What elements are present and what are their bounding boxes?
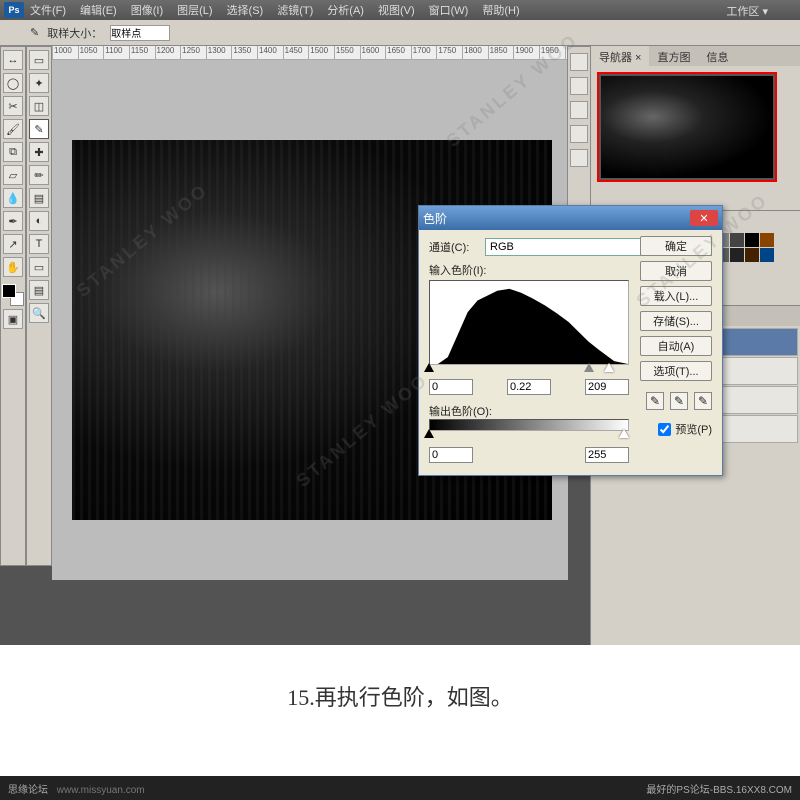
type-tool[interactable]: T — [29, 234, 49, 254]
gamma-handle[interactable] — [584, 363, 594, 372]
eraser-tool[interactable]: ▱ — [3, 165, 23, 185]
options-bar: ✎ 取样大小： — [0, 20, 800, 46]
slice-tool[interactable]: ◫ — [29, 96, 49, 116]
footer-left-url: www.missyuan.com — [57, 785, 145, 796]
strip-btn-2[interactable] — [570, 77, 588, 95]
out-white-handle[interactable] — [619, 429, 629, 438]
dialog-buttons: 确定 取消 载入(L)... 存储(S)... 自动(A) 选项(T)... ✎… — [640, 236, 712, 437]
preview-label: 预览(P) — [675, 421, 712, 437]
strip-btn-4[interactable] — [570, 125, 588, 143]
wand-tool[interactable]: ✦ — [29, 73, 49, 93]
footer-bar: 思缘论坛 www.missyuan.com 最好的PS论坛-BBS.16XX8.… — [0, 776, 800, 800]
pen-tool[interactable]: ✒ — [3, 211, 23, 231]
options-button[interactable]: 选项(T)... — [640, 361, 712, 381]
input-black[interactable] — [429, 379, 473, 395]
hand-tool[interactable]: ✋ — [3, 257, 23, 277]
swatch[interactable] — [745, 248, 759, 262]
eyedrop-black-icon[interactable]: ✎ — [646, 392, 664, 410]
load-button[interactable]: 载入(L)... — [640, 286, 712, 306]
swatch[interactable] — [760, 248, 774, 262]
output-white[interactable] — [585, 447, 629, 463]
menu-item[interactable]: 窗口(W) — [429, 2, 469, 18]
toolbox-right: ▭ ✦ ◫ ✎ ✚ ✏ ▤ ◐ T ▭ ▤ 🔍 — [26, 46, 52, 566]
move-tool[interactable]: ↔ — [3, 50, 23, 70]
footer-right: 最好的PS论坛-BBS.16XX8.COM — [646, 781, 792, 796]
dialog-titlebar[interactable]: 色阶 ✕ — [419, 206, 722, 230]
blur-tool[interactable]: 💧 — [3, 188, 23, 208]
lasso-tool[interactable]: ◯ — [3, 73, 23, 93]
menu-item[interactable]: 文件(F) — [30, 2, 66, 18]
strip-btn-3[interactable] — [570, 101, 588, 119]
save-button[interactable]: 存储(S)... — [640, 311, 712, 331]
output-slider[interactable] — [429, 431, 629, 441]
eyedropper-row: ✎ ✎ ✎ — [640, 392, 712, 410]
ok-button[interactable]: 确定 — [640, 236, 712, 256]
swatch[interactable] — [730, 248, 744, 262]
tutorial-caption: 15.再执行色阶，如图。 — [0, 680, 800, 712]
strip-btn-5[interactable] — [570, 149, 588, 167]
out-black-handle[interactable] — [424, 429, 434, 438]
eyedrop-white-icon[interactable]: ✎ — [694, 392, 712, 410]
preview-checkbox[interactable] — [658, 423, 671, 436]
eyedropper-icon: ✎ — [30, 26, 39, 39]
output-gradient — [429, 419, 629, 431]
path-tool[interactable]: ↗ — [3, 234, 23, 254]
levels-dialog: 色阶 ✕ 通道(C): RGB 输入色阶(I): 输出色阶(O): — [418, 205, 723, 476]
histogram — [429, 280, 629, 365]
dodge-tool[interactable]: ◐ — [29, 211, 49, 231]
input-gamma[interactable] — [507, 379, 551, 395]
menu-item[interactable]: 滤镜(T) — [277, 2, 313, 18]
nav-tabs: 导航器 × 直方图 信息 — [591, 46, 800, 66]
gradient-tool[interactable]: ▤ — [29, 188, 49, 208]
toolbox-left: ↔ ◯ ✂ 🖌 ⧉ ▱ 💧 ✒ ↗ ✋ ▣ — [0, 46, 26, 566]
tab-info[interactable]: 信息 — [698, 46, 736, 66]
menu-item[interactable]: 编辑(E) — [80, 2, 117, 18]
ruler-horizontal: 1000105011001150120012501300135014001450… — [52, 46, 590, 60]
input-white[interactable] — [585, 379, 629, 395]
photoshop-window: Ps 文件(F) 编辑(E) 图像(I) 图层(L) 选择(S) 滤镜(T) 分析(A) 视图… — [0, 0, 800, 645]
menu-item[interactable]: 图层(L) — [177, 2, 212, 18]
menu-item[interactable]: 视图(V) — [378, 2, 415, 18]
footer-left-name: 思缘论坛 — [8, 785, 48, 796]
eyedrop-gray-icon[interactable]: ✎ — [670, 392, 688, 410]
strip-btn-1[interactable] — [570, 53, 588, 71]
ps-logo: Ps — [4, 2, 24, 18]
output-black[interactable] — [429, 447, 473, 463]
auto-button[interactable]: 自动(A) — [640, 336, 712, 356]
shape-tool[interactable]: ▭ — [29, 257, 49, 277]
menubar: 文件(F) 编辑(E) 图像(I) 图层(L) 选择(S) 滤镜(T) 分析(A) 视图(V)… — [0, 0, 800, 20]
heal-tool[interactable]: ✚ — [29, 142, 49, 162]
eyedropper-tool[interactable]: ✎ — [29, 119, 49, 139]
marquee-tool[interactable]: ▭ — [29, 50, 49, 70]
cancel-button[interactable]: 取消 — [640, 261, 712, 281]
navigator-panel: 导航器 × 直方图 信息 — [591, 46, 800, 211]
quickmask-tool[interactable]: ▣ — [3, 309, 23, 329]
white-point-handle[interactable] — [604, 363, 614, 372]
dialog-title-text: 色阶 — [423, 210, 447, 227]
clone-tool[interactable]: ⧉ — [3, 142, 23, 162]
crop-tool[interactable]: ✂ — [3, 96, 23, 116]
pencil-tool[interactable]: ✏ — [29, 165, 49, 185]
fg-bg-colors[interactable] — [2, 284, 24, 306]
tab-histogram[interactable]: 直方图 — [649, 46, 698, 66]
close-icon[interactable]: ✕ — [690, 210, 718, 226]
sample-size-label: 取样大小： — [47, 25, 102, 41]
navigator-thumb[interactable] — [597, 72, 777, 182]
zoom-tool[interactable]: 🔍 — [29, 303, 49, 323]
menu-item[interactable]: 分析(A) — [327, 2, 364, 18]
menu-item[interactable]: 图像(I) — [131, 2, 163, 18]
swatch[interactable] — [760, 233, 774, 247]
tab-navigator[interactable]: 导航器 × — [591, 46, 649, 66]
notes-tool[interactable]: ▤ — [29, 280, 49, 300]
workspace-dropdown[interactable]: 工作区 ▾ — [726, 3, 768, 19]
channel-label: 通道(C): — [429, 239, 485, 255]
black-point-handle[interactable] — [424, 363, 434, 372]
menu-item[interactable]: 帮助(H) — [482, 2, 519, 18]
sample-size-input[interactable] — [110, 25, 170, 41]
brush-tool[interactable]: 🖌 — [3, 119, 23, 139]
input-slider[interactable] — [429, 365, 629, 375]
swatch[interactable] — [745, 233, 759, 247]
menu-item[interactable]: 选择(S) — [227, 2, 264, 18]
swatch[interactable] — [730, 233, 744, 247]
